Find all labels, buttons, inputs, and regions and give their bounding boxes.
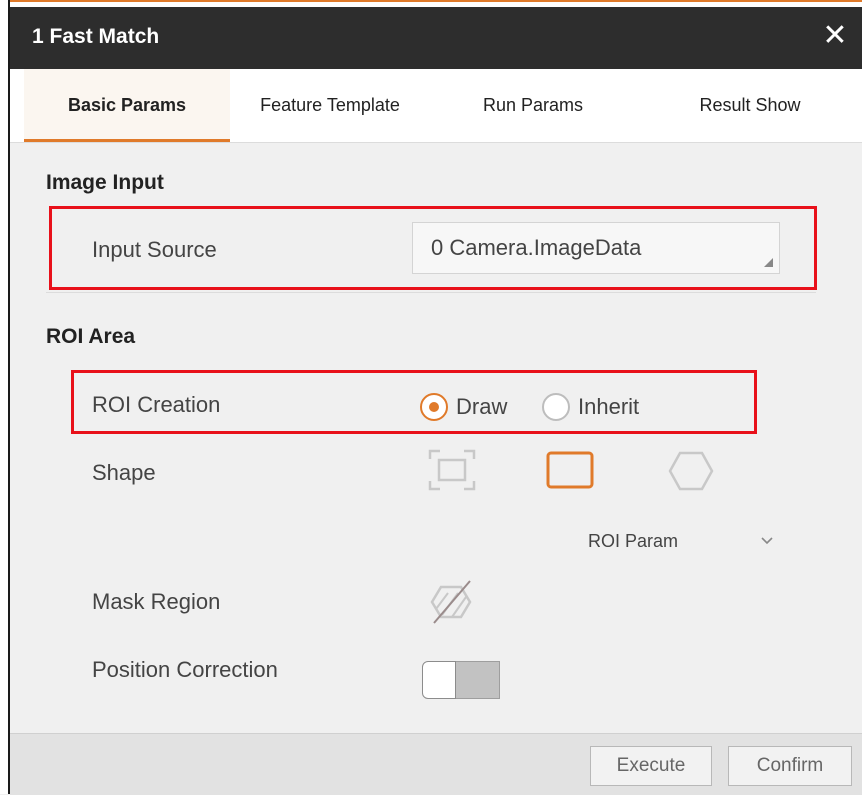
position-correction-label: Position Correction [92,657,278,682]
confirm-button[interactable]: Confirm [728,746,852,786]
shape-label: Shape [92,460,156,485]
mask-region-icon[interactable] [428,579,474,625]
chevron-down-icon [760,533,774,552]
mask-region-label: Mask Region [92,589,221,614]
dialog-title: 1 Fast Match [32,25,160,48]
toggle-track [452,661,500,699]
close-icon: ✕ [822,19,848,52]
close-button[interactable]: ✕ [818,19,852,53]
rectangle-shape-icon[interactable] [546,451,596,491]
position-correction-toggle[interactable] [422,661,502,699]
dialog-footer: Execute Confirm [10,733,862,795]
background-top-accent [10,0,862,2]
tab-feature-template[interactable]: Feature Template [232,69,428,142]
roi-creation-highlight-box [71,370,757,434]
image-input-section-title: Image Input [46,171,164,194]
fast-match-dialog: 1 Fast Match ✕ Basic Params Feature Temp… [10,7,862,795]
tab-basic-params[interactable]: Basic Params [24,69,230,142]
tab-bar: Basic Params Feature Template Run Params… [10,69,862,143]
toggle-knob [422,661,456,699]
roi-param-label: ROI Param [588,531,679,551]
tab-run-params[interactable]: Run Params [450,69,616,142]
dialog-titlebar[interactable]: 1 Fast Match ✕ [10,7,862,69]
roi-area-section-title: ROI Area [46,325,136,348]
fullscreen-shape-icon[interactable] [428,449,476,491]
input-source-highlight-box [49,206,817,290]
roi-param-dropdown[interactable]: ROI Param [584,529,784,559]
tab-result-show[interactable]: Result Show [662,69,838,142]
polygon-shape-icon[interactable] [668,451,714,491]
section-divider [46,292,816,293]
execute-button[interactable]: Execute [590,746,712,786]
